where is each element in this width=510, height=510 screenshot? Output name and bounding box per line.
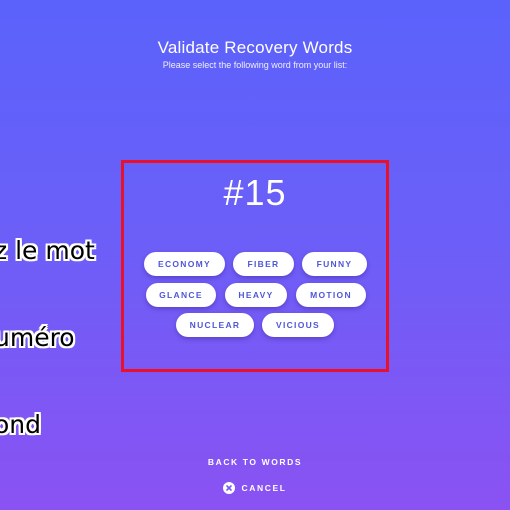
word-choice-glance[interactable]: GLANCE: [146, 283, 216, 307]
cancel-label: CANCEL: [241, 483, 287, 493]
close-circle-icon: [223, 482, 236, 494]
instruction-overlay-text: z le mot uméro ond: [0, 178, 95, 497]
cancel-button[interactable]: CANCEL: [0, 482, 510, 494]
word-choice-heavy[interactable]: HEAVY: [225, 283, 287, 307]
overlay-line: uméro: [0, 323, 75, 352]
validate-recovery-words-screen: Validate Recovery Words Please select th…: [0, 0, 510, 510]
word-choice-fiber[interactable]: FIBER: [233, 252, 294, 276]
back-to-words-link[interactable]: BACK TO WORDS: [0, 457, 510, 467]
word-choice-motion[interactable]: MOTION: [296, 283, 366, 307]
word-choice-vicious[interactable]: VICIOUS: [262, 313, 334, 337]
word-choice-economy[interactable]: ECONOMY: [144, 252, 225, 276]
word-choice-nuclear[interactable]: NUCLEAR: [176, 313, 254, 337]
word-choice-funny[interactable]: FUNNY: [302, 252, 367, 276]
overlay-line: ond: [0, 410, 42, 439]
page-title: Validate Recovery Words: [157, 38, 353, 57]
overlay-line: z le mot: [0, 236, 95, 265]
page-subtitle: Please select the following word from yo…: [162, 60, 348, 70]
requested-word-number: #15: [223, 172, 287, 213]
